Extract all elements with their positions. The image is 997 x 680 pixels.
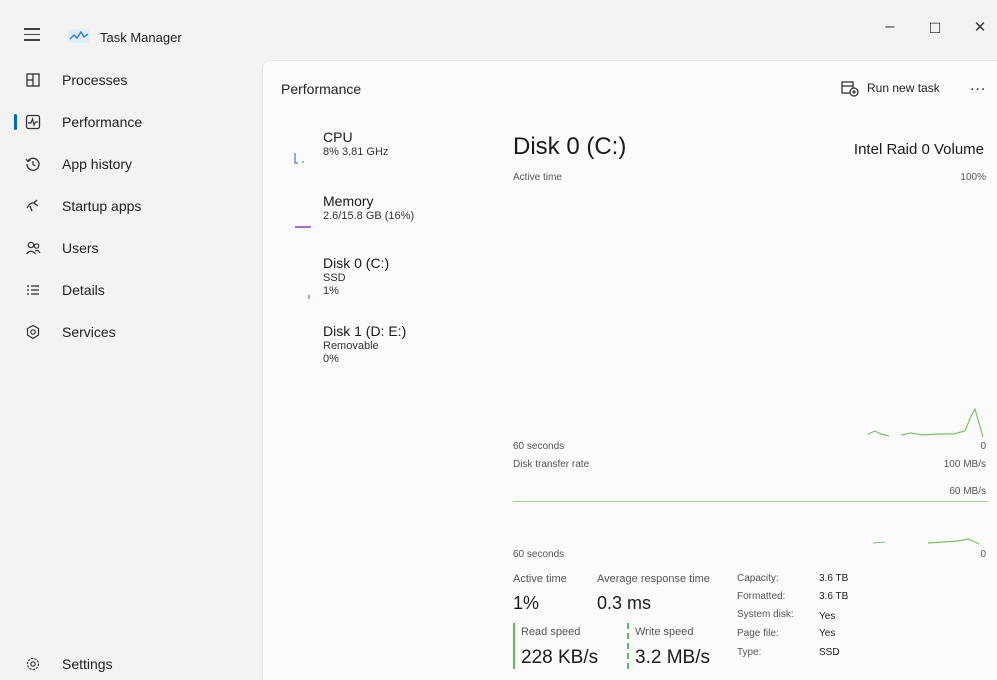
performance-icon bbox=[25, 114, 41, 130]
maximize-button[interactable]: ☐ bbox=[920, 20, 950, 37]
write-speed-label: Write speed bbox=[635, 626, 694, 638]
write-speed-value: 3.2 MB/s bbox=[635, 647, 710, 668]
property-value: SSD bbox=[819, 647, 840, 658]
main-content: Performance Run new task ... CPU 8% 3.81… bbox=[262, 60, 997, 680]
sidebar-item-label: Startup apps bbox=[62, 198, 142, 214]
sidebar-item-label: Services bbox=[62, 324, 116, 340]
transfer-rate-graph-label: Disk transfer rate bbox=[513, 459, 590, 470]
sidebar-item-details[interactable]: Details bbox=[0, 270, 260, 310]
gear-icon bbox=[26, 657, 40, 671]
property-key: Formatted: bbox=[737, 591, 786, 602]
resource-name: CPU bbox=[323, 129, 353, 145]
sidebar-item-performance[interactable]: Performance bbox=[0, 102, 260, 142]
sidebar-item-label: Performance bbox=[62, 114, 143, 130]
property-value: Yes bbox=[819, 611, 836, 622]
detail-title: Disk 0 (C:) bbox=[513, 133, 627, 160]
property-key: Page file: bbox=[737, 628, 779, 639]
avg-response-stat-label: Average response time bbox=[597, 573, 710, 585]
app-history-icon bbox=[25, 157, 40, 171]
disk-model: Intel Raid 0 Volume bbox=[853, 141, 984, 158]
resource-type: SSD bbox=[323, 272, 346, 284]
sidebar-item-users[interactable]: Users bbox=[0, 228, 260, 268]
sidebar-item-label: App history bbox=[62, 156, 133, 172]
users-icon bbox=[26, 241, 41, 255]
cpu-mini-graph bbox=[294, 153, 304, 164]
property-value: 3.6 TB bbox=[819, 573, 849, 584]
resource-item-disk-1[interactable]: Disk 1 (D: E:) Removable 0% bbox=[323, 323, 473, 366]
active-time-duration-label: 60 seconds bbox=[513, 441, 565, 452]
resource-item-disk-0[interactable]: Disk 0 (C:) SSD 1% bbox=[308, 255, 473, 299]
read-speed-indicator bbox=[513, 623, 515, 669]
memory-mini-graph bbox=[295, 226, 311, 228]
details-icon bbox=[27, 285, 39, 295]
sidebar-item-services[interactable]: Services bbox=[0, 312, 260, 352]
resource-usage: 0% bbox=[323, 353, 339, 365]
page-title: Performance bbox=[281, 81, 362, 97]
resource-type: Removable bbox=[323, 340, 379, 352]
sidebar-item-label: Users bbox=[62, 240, 99, 256]
sidebar-item-label: Details bbox=[62, 282, 105, 298]
write-speed-indicator bbox=[627, 623, 629, 669]
resource-item-memory[interactable]: Memory 2.6/15.8 GB (16%) bbox=[295, 193, 473, 228]
transfer-rate-duration-label: 60 seconds bbox=[513, 549, 565, 560]
sidebar-item-label: Settings bbox=[62, 656, 113, 672]
sidebar: Processes Performance App history Startu… bbox=[0, 60, 260, 680]
resource-name: Disk 0 (C:) bbox=[323, 255, 390, 271]
sidebar-item-settings[interactable]: Settings bbox=[0, 644, 260, 680]
sidebar-item-label: Processes bbox=[62, 72, 128, 88]
transfer-rate-trace bbox=[872, 538, 980, 545]
property-key: System disk: bbox=[737, 609, 794, 620]
read-speed-value: 228 KB/s bbox=[521, 647, 599, 668]
minimize-button[interactable]: – bbox=[875, 18, 905, 36]
active-time-graph bbox=[867, 407, 984, 438]
active-time-stat-label: Active time bbox=[513, 573, 567, 585]
disk0-mini-graph bbox=[308, 295, 310, 299]
sidebar-item-processes[interactable]: Processes bbox=[0, 60, 260, 100]
resource-usage: 1% bbox=[323, 285, 339, 297]
transfer-rate-max-label: 100 MB/s bbox=[943, 459, 986, 470]
sidebar-item-app-history[interactable]: App history bbox=[0, 144, 260, 184]
hamburger-menu-icon[interactable] bbox=[24, 28, 40, 42]
resource-name: Memory bbox=[323, 193, 374, 209]
transfer-rate-min-label: 0 bbox=[980, 549, 986, 560]
sidebar-item-startup-apps[interactable]: Startup apps bbox=[0, 186, 260, 226]
resource-detail: 8% 3.81 GHz bbox=[323, 146, 389, 158]
processes-icon bbox=[26, 73, 40, 87]
task-manager-app-icon bbox=[68, 29, 90, 43]
resource-name: Disk 1 (D: E:) bbox=[323, 323, 407, 339]
property-key: Capacity: bbox=[737, 573, 779, 584]
property-value: 3.6 TB bbox=[819, 591, 849, 602]
avg-response-stat-value: 0.3 ms bbox=[597, 593, 652, 613]
property-key: Type: bbox=[737, 647, 762, 658]
active-indicator bbox=[14, 114, 17, 130]
read-speed-label: Read speed bbox=[521, 626, 581, 638]
active-time-min-label: 0 bbox=[980, 441, 986, 452]
services-icon bbox=[26, 324, 40, 340]
resource-item-cpu[interactable]: CPU 8% 3.81 GHz bbox=[294, 129, 473, 164]
window-title: Task Manager bbox=[100, 30, 182, 45]
disk-detail-pane: Disk 0 (C:) Intel Raid 0 Volume Active t… bbox=[511, 61, 997, 680]
transfer-rate-graph bbox=[513, 485, 988, 547]
active-time-stat-value: 1% bbox=[513, 593, 540, 613]
close-button[interactable]: ✕ bbox=[965, 18, 995, 36]
startup-apps-icon bbox=[26, 199, 39, 212]
active-time-max-label: 100% bbox=[960, 172, 986, 183]
property-value: Yes bbox=[819, 628, 836, 639]
resource-detail: 2.6/15.8 GB (16%) bbox=[323, 210, 415, 222]
active-time-graph-label: Active time bbox=[513, 172, 562, 183]
